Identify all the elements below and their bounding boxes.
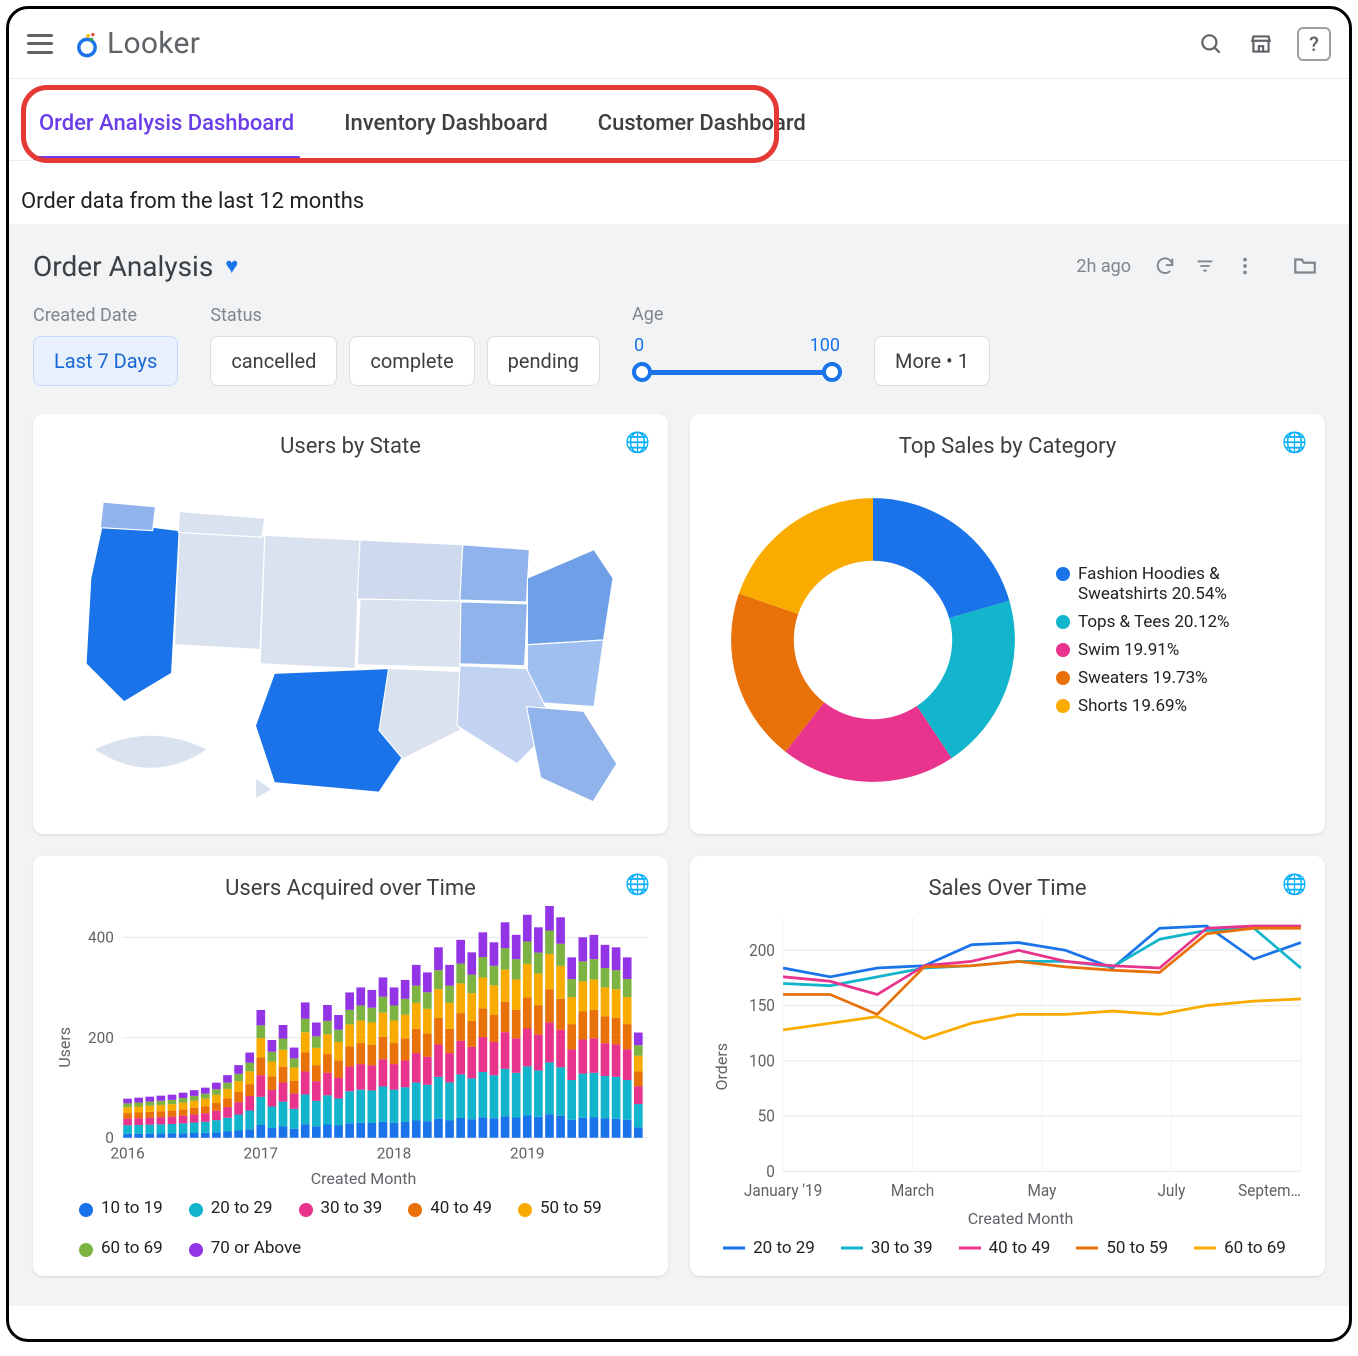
y-axis-label: Users xyxy=(55,1027,74,1068)
x-axis-label: Created Month xyxy=(734,1209,1307,1228)
svg-text:2016: 2016 xyxy=(110,1145,145,1163)
stacked-bar-chart[interactable]: 02004002016201720182019 xyxy=(77,906,650,1167)
card-users-by-state: Users by State 🌐 xyxy=(33,414,668,834)
card-title: Users by State xyxy=(280,434,421,459)
filter-icon[interactable] xyxy=(1185,246,1225,286)
donut-legend: Fashion Hoodies & Sweatshirts 20.54% Tops… xyxy=(1056,564,1307,716)
legend-item: 20 to 29 xyxy=(723,1238,815,1258)
filter-status-chip[interactable]: pending xyxy=(487,336,600,386)
globe-icon[interactable]: 🌐 xyxy=(1282,872,1307,896)
legend-item: 40 to 49 xyxy=(959,1238,1051,1258)
card-title: Sales Over Time xyxy=(928,876,1086,901)
y-axis-label: Orders xyxy=(712,1043,731,1090)
legend-item: 70 or Above xyxy=(189,1238,301,1258)
refresh-icon[interactable] xyxy=(1145,246,1185,286)
globe-icon[interactable]: 🌐 xyxy=(625,872,650,896)
appbar: Looker ? xyxy=(9,9,1349,79)
filter-status-chip[interactable]: cancelled xyxy=(210,336,337,386)
svg-text:100: 100 xyxy=(749,1051,775,1071)
help-icon[interactable]: ? xyxy=(1297,27,1331,61)
folder-icon[interactable] xyxy=(1285,246,1325,286)
board-tab[interactable]: Inventory Dashboard xyxy=(340,105,552,142)
filter-more-button[interactable]: More • 1 xyxy=(874,336,990,386)
legend-item: 20 to 29 xyxy=(189,1198,273,1218)
legend-item: 50 to 59 xyxy=(518,1198,602,1218)
board-tabs-container: Order Analysis Dashboard Inventory Dashbo… xyxy=(9,79,1349,161)
svg-text:May: May xyxy=(1028,1180,1057,1200)
legend-item: 30 to 39 xyxy=(299,1198,383,1218)
age-min: 0 xyxy=(634,335,644,356)
menu-icon[interactable] xyxy=(27,34,53,54)
legend-item: 10 to 19 xyxy=(79,1198,163,1218)
svg-text:March: March xyxy=(891,1180,934,1200)
legend-item: Fashion Hoodies & Sweatshirts 20.54% xyxy=(1056,564,1307,604)
svg-text:150: 150 xyxy=(749,996,775,1016)
card-top-sales: Top Sales by Category 🌐 Fashion Hoodies … xyxy=(690,414,1325,834)
svg-text:0: 0 xyxy=(766,1161,775,1181)
svg-text:200: 200 xyxy=(88,1029,114,1047)
age-max: 100 xyxy=(810,335,840,356)
search-icon[interactable] xyxy=(1189,22,1233,66)
dashboard-title: Order Analysis xyxy=(33,250,213,283)
age-slider-max-knob[interactable] xyxy=(822,362,842,382)
svg-text:July: July xyxy=(1157,1180,1185,1200)
board-subheading: Order data from the last 12 months xyxy=(9,161,1349,224)
looker-logo-icon xyxy=(73,30,101,58)
board-tab[interactable]: Order Analysis Dashboard xyxy=(35,105,298,142)
svg-text:2018: 2018 xyxy=(377,1145,412,1163)
lines-legend: 20 to 29 30 to 39 40 to 49 50 to 59 60 to 69 xyxy=(708,1228,1307,1258)
age-slider[interactable]: 0 100 xyxy=(632,335,842,386)
board-tab[interactable]: Customer Dashboard xyxy=(594,105,810,142)
card-sales-over-time: Sales Over Time 🌐 Orders 0 50 100 150 200 Jan… xyxy=(690,856,1325,1276)
legend-item: Swim 19.91% xyxy=(1056,640,1307,660)
filter-label-status: Status xyxy=(210,305,600,326)
age-slider-min-knob[interactable] xyxy=(632,362,652,382)
x-axis-label: Created Month xyxy=(77,1169,650,1188)
us-choropleth[interactable] xyxy=(51,464,650,816)
legend-item: 40 to 49 xyxy=(408,1198,492,1218)
stacked-legend: 10 to 19 20 to 29 30 to 39 40 to 49 50 to 59… xyxy=(51,1188,650,1258)
line-chart[interactable]: 0 50 100 150 200 January '19 March May July Septe… xyxy=(734,906,1307,1207)
globe-icon[interactable]: 🌐 xyxy=(625,430,650,454)
svg-text:January '19: January '19 xyxy=(744,1180,822,1200)
legend-item: 60 to 69 xyxy=(1194,1238,1286,1258)
filter-created-date-chip[interactable]: Last 7 Days xyxy=(33,336,178,386)
more-icon[interactable] xyxy=(1225,246,1265,286)
card-title: Users Acquired over Time xyxy=(225,876,476,901)
dashboard-canvas: Order Analysis ♥ 2h ago Created Date Las… xyxy=(9,224,1349,1306)
card-title: Top Sales by Category xyxy=(899,434,1117,459)
legend-item: Shorts 19.69% xyxy=(1056,696,1307,716)
svg-text:200: 200 xyxy=(749,940,775,960)
marketplace-icon[interactable] xyxy=(1239,22,1283,66)
svg-text:50: 50 xyxy=(758,1106,775,1126)
filter-status-chip[interactable]: complete xyxy=(349,336,474,386)
filter-label-created-date: Created Date xyxy=(33,305,178,326)
svg-text:2019: 2019 xyxy=(510,1145,545,1163)
last-updated: 2h ago xyxy=(1076,256,1131,277)
svg-text:2017: 2017 xyxy=(244,1145,279,1163)
svg-text:Septem…: Septem… xyxy=(1238,1180,1301,1200)
filter-label-age: Age xyxy=(632,304,842,325)
globe-icon[interactable]: 🌐 xyxy=(1282,430,1307,454)
brand-logo[interactable]: Looker xyxy=(73,26,200,61)
legend-item: 30 to 39 xyxy=(841,1238,933,1258)
legend-item: Sweaters 19.73% xyxy=(1056,668,1307,688)
brand-name: Looker xyxy=(107,26,200,61)
legend-item: 60 to 69 xyxy=(79,1238,163,1258)
dashboard-filters: Created Date Last 7 Days Status cancelle… xyxy=(33,304,1325,386)
svg-text:400: 400 xyxy=(88,928,114,946)
donut-chart[interactable] xyxy=(708,475,1038,805)
card-users-acquired: Users Acquired over Time 🌐 Users 0200400… xyxy=(33,856,668,1276)
favorite-icon[interactable]: ♥ xyxy=(225,253,238,279)
legend-item: 50 to 59 xyxy=(1076,1238,1168,1258)
legend-item: Tops & Tees 20.12% xyxy=(1056,612,1307,632)
